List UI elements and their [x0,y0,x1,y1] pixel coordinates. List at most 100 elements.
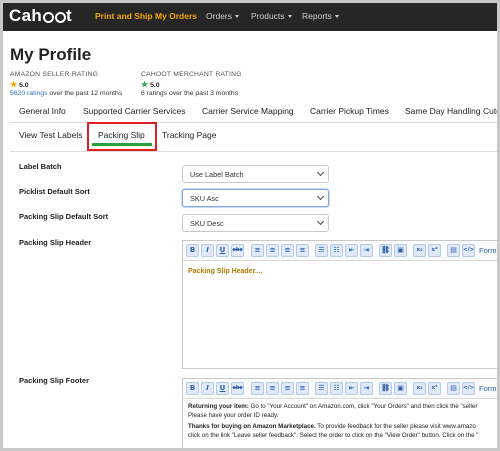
outdent-icon[interactable]: ⇤ [345,244,358,257]
editor-toolbar: B I U abc ≡ ≡ ≡ ≡ ☰ ☷ ⇤ ⇥ ⛓ ▣ x₂ x² ▤ </… [183,241,497,261]
caret-down-icon [287,15,292,19]
outdent-icon[interactable]: ⇤ [345,382,358,395]
footer-line-3-bold: Thanks for buying on Amazon Marketplace. [188,423,316,430]
footer-editor-body[interactable]: Returning your item: Go to "Your Account… [183,399,497,448]
superscript-icon[interactable]: x² [428,244,441,257]
footer-line-1: Returning your item: Go to "Your Account… [188,403,477,412]
subtab-view-test-labels[interactable]: View Test Labels [19,130,82,140]
bullet-list-icon[interactable]: ☰ [315,382,328,395]
strikethrough-button[interactable]: abc [231,382,244,395]
subscript-icon[interactable]: x₂ [413,244,426,257]
format-dropdown[interactable]: Format [479,384,497,393]
numbered-list-icon[interactable]: ☷ [330,244,343,257]
tabs-divider [10,122,497,123]
bold-button[interactable]: B [186,244,199,257]
align-left-icon[interactable]: ≡ [251,244,264,257]
cahoot-rating-score: 5.0 [150,82,160,89]
chevron-down-icon [316,192,325,201]
amazon-rating-score: 5.0 [19,82,29,89]
amazon-ratings-link[interactable]: 5620 ratings [10,90,47,97]
nav-orders[interactable]: Orders [206,11,239,21]
justify-icon[interactable]: ≡ [296,382,309,395]
underline-button[interactable]: U [216,244,229,257]
cahoot-logo[interactable]: Cah t [9,6,72,26]
footer-line-4: click on the link "Leave seller feedback… [188,431,479,439]
indent-icon[interactable]: ⇥ [360,382,373,395]
footer-line-1-rest: Go to "Your Account" on Amazon.com, clic… [248,403,478,410]
packing-slip-sort-label: Packing Slip Default Sort [19,212,109,221]
nav-orders-label: Orders [206,11,232,21]
link-icon[interactable]: ⛓ [379,244,392,257]
strikethrough-button[interactable]: abc [231,244,244,257]
bullet-list-icon[interactable]: ☰ [315,244,328,257]
justify-icon[interactable]: ≡ [296,244,309,257]
cahoot-rating-summary: 6 ratings over the past 3 months [141,90,239,97]
packing-slip-header-label: Packing Slip Header [19,238,92,247]
link-icon[interactable]: ⛓ [379,382,392,395]
underline-button[interactable]: U [216,382,229,395]
amazon-rating-sub: 5620 ratings over the past 12 months [10,90,122,97]
image-icon[interactable]: ▣ [394,244,407,257]
header-editor-body[interactable]: Packing Slip Header.... [183,261,497,368]
tab-carrier-pickup-times[interactable]: Carrier Pickup Times [310,106,389,116]
logo-o-icon [54,11,66,23]
cahoot-rating-value: ★ 5.0 [141,80,242,89]
cahoot-rating-label: CAHOOT MERCHANT RATING [141,71,242,78]
label-batch-value: Use Label Batch [190,170,244,179]
packing-slip-footer-editor: B I U abc ≡ ≡ ≡ ≡ ☰ ☷ ⇤ ⇥ ⛓ ▣ x₂ x² ▤ </… [182,378,497,448]
align-right-icon[interactable]: ≡ [281,244,294,257]
tab-supported-carrier-services[interactable]: Supported Carrier Services [83,106,186,116]
horizontal-rule-icon[interactable]: ▤ [447,244,460,257]
subtab-tracking-page[interactable]: Tracking Page [162,130,217,140]
subscript-icon[interactable]: x₂ [413,382,426,395]
source-code-icon[interactable]: </> [462,382,475,395]
caret-down-icon [334,15,339,19]
nav-reports[interactable]: Reports [302,11,339,21]
nav-reports-label: Reports [302,11,332,21]
star-icon: ★ [141,80,149,89]
page-title: My Profile [10,45,92,64]
chevron-down-icon [316,217,325,226]
tab-general-info[interactable]: General Info [19,106,66,116]
picklist-sort-label: Picklist Default Sort [19,187,90,196]
amazon-rating-block: AMAZON SELLER RATING ★ 5.0 5620 ratings … [10,71,122,97]
numbered-list-icon[interactable]: ☷ [330,382,343,395]
bold-button[interactable]: B [186,382,199,395]
image-icon[interactable]: ▣ [394,382,407,395]
picklist-sort-select[interactable]: SKU Asc [182,189,329,207]
align-left-icon[interactable]: ≡ [251,382,264,395]
indent-icon[interactable]: ⇥ [360,244,373,257]
nav-products[interactable]: Products [251,11,292,21]
footer-line-3-rest: To provide feedback for the seller pleas… [315,423,476,430]
label-batch-select[interactable]: Use Label Batch [182,165,329,183]
top-navbar: Cah t Print and Ship My Orders Orders Pro… [3,3,497,31]
active-tab-indicator [92,143,152,146]
tab-carrier-service-mapping[interactable]: Carrier Service Mapping [202,106,294,116]
packing-slip-sort-select[interactable]: SKU Desc [182,214,329,232]
horizontal-rule-icon[interactable]: ▤ [447,382,460,395]
amazon-rating-label: AMAZON SELLER RATING [10,71,99,78]
italic-button[interactable]: I [201,244,214,257]
picklist-sort-value: SKU Asc [190,194,219,203]
format-dropdown[interactable]: Format [479,246,497,255]
align-center-icon[interactable]: ≡ [266,244,279,257]
profile-tabs: General Info Supported Carrier Services … [3,100,497,122]
cahoot-rating-block: CAHOOT MERCHANT RATING ★ 5.0 6 ratings o… [141,71,242,97]
amazon-rating-value: ★ 5.0 [10,80,122,89]
nav-print-ship[interactable]: Print and Ship My Orders [95,11,197,21]
packing-slip-footer-label: Packing Slip Footer [19,376,90,385]
logo-o-icon [42,11,54,23]
caret-down-icon [234,15,239,19]
align-center-icon[interactable]: ≡ [266,382,279,395]
footer-line-1-bold: Returning your item: [188,403,249,410]
footer-line-3: Thanks for buying on Amazon Marketplace.… [188,423,476,432]
amazon-rating-period: over the past 12 months [49,90,123,97]
app-window: Cah t Print and Ship My Orders Orders Pro… [0,0,500,451]
source-code-icon[interactable]: </> [462,244,475,257]
italic-button[interactable]: I [201,382,214,395]
align-right-icon[interactable]: ≡ [281,382,294,395]
subtab-packing-slip[interactable]: Packing Slip [98,130,145,140]
tab-same-day-handling[interactable]: Same Day Handling Cuto [405,106,497,116]
superscript-icon[interactable]: x² [428,382,441,395]
nav-products-label: Products [251,11,285,21]
